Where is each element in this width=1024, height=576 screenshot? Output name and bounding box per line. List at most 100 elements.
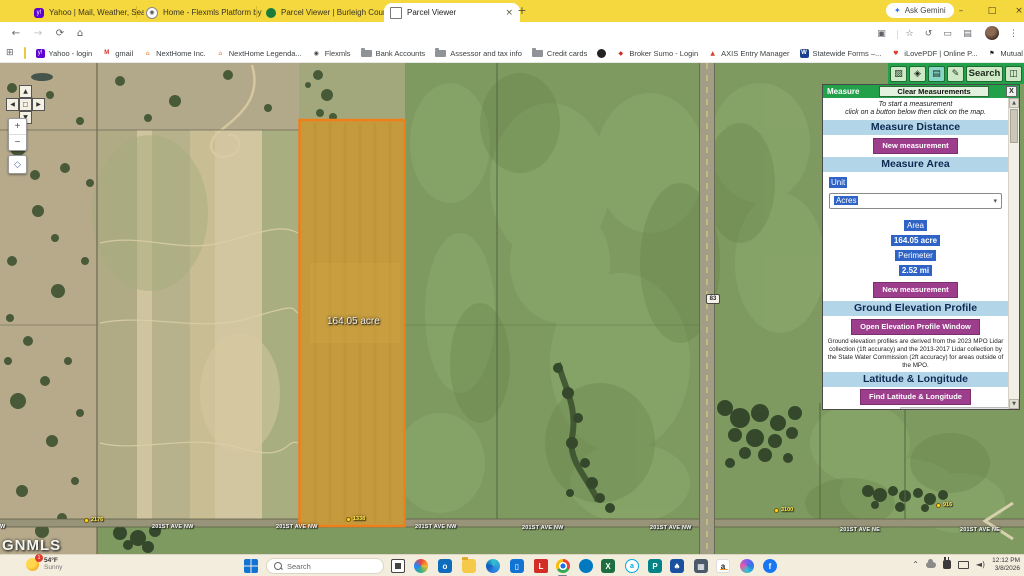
bookmark-mutual-funds[interactable]: ⚑Mutual Funds Purch... bbox=[987, 49, 1024, 58]
start-button[interactable] bbox=[243, 558, 259, 574]
zoom-out-button[interactable]: − bbox=[9, 135, 26, 150]
onedrive-icon[interactable] bbox=[926, 562, 936, 568]
scroll-down-arrow[interactable]: ▼ bbox=[1009, 399, 1019, 409]
bookmark-statewide-forms[interactable]: WStatewide Forms –... bbox=[800, 49, 882, 58]
facebook-button[interactable]: f bbox=[762, 558, 778, 574]
scroll-thumb[interactable] bbox=[1010, 109, 1018, 143]
window-minimize-button[interactable]: – bbox=[952, 2, 970, 19]
bookmark-globe[interactable] bbox=[597, 49, 606, 58]
gemini-spark-icon: ✦ bbox=[894, 6, 901, 15]
skype-button[interactable] bbox=[578, 558, 594, 574]
unit-select[interactable]: Acres ▾ bbox=[829, 193, 1002, 209]
find-lat-long-button[interactable]: Find Latitude & Longitude bbox=[860, 389, 971, 405]
layers-tool-button[interactable]: ◈ bbox=[909, 66, 926, 82]
alexa-button[interactable]: a bbox=[624, 558, 640, 574]
panel-close-button[interactable]: X bbox=[1006, 86, 1017, 97]
clear-measurements-button[interactable]: Clear Measurements bbox=[879, 86, 989, 97]
taskbar-clock[interactable]: 12:12 PM 3/8/2026 bbox=[992, 557, 1020, 573]
menu-kebab-icon[interactable]: ⋮ bbox=[1006, 26, 1021, 41]
hidden-icons-chevron[interactable]: ⌃ bbox=[912, 560, 919, 569]
bookmark-axis-entry[interactable]: ▲AXIS Entry Manager bbox=[708, 49, 789, 58]
ask-gemini-label: Ask Gemini bbox=[905, 6, 946, 15]
measure-tool-button[interactable]: ▤ bbox=[928, 66, 945, 82]
search-tool-button[interactable]: Search bbox=[966, 66, 1003, 82]
weather-widget[interactable]: 1 54°F Sunny bbox=[26, 557, 62, 572]
amazon-button[interactable]: a bbox=[715, 558, 731, 574]
pan-up-button[interactable]: ▲ bbox=[19, 85, 32, 98]
publisher-button[interactable]: P bbox=[647, 558, 663, 574]
bookmark-folder-assessor[interactable]: Assessor and tax info bbox=[435, 49, 522, 58]
bookmarks-extension-icon[interactable]: ☆ bbox=[902, 26, 917, 41]
usb-device-icon[interactable] bbox=[943, 560, 951, 569]
chrome-button[interactable] bbox=[555, 558, 571, 574]
reading-list-icon[interactable]: ▤ bbox=[960, 26, 975, 41]
back-button[interactable]: ← bbox=[8, 25, 24, 41]
solitaire-button[interactable]: ♠ bbox=[669, 558, 685, 574]
bookmark-flexmls[interactable]: ◉Flexmls bbox=[312, 49, 351, 58]
copilot-button[interactable] bbox=[413, 558, 429, 574]
zoom-in-button[interactable]: + bbox=[9, 119, 26, 135]
bookmark-gmail[interactable]: Mgmail bbox=[102, 49, 133, 58]
task-view-button[interactable] bbox=[390, 558, 406, 574]
system-tray: ⌃ ◄) 12:12 PM 3/8/2026 bbox=[912, 557, 1020, 573]
street-label: 201ST AVE NW bbox=[415, 524, 457, 530]
bookmark-nexthome-legendary[interactable]: ⌂NextHome Legenda... bbox=[216, 49, 302, 58]
bookmark-folder-credit-cards[interactable]: Credit cards bbox=[532, 49, 587, 58]
window-maximize-button[interactable]: □ bbox=[983, 2, 1001, 19]
window-close-button[interactable]: × bbox=[1010, 2, 1024, 19]
measure-instructions: To start a measurement click on a button… bbox=[823, 101, 1008, 118]
panel-scrollbar[interactable]: ▲ ▼ bbox=[1008, 98, 1019, 409]
ask-gemini-button[interactable]: ✦ Ask Gemini bbox=[886, 3, 954, 18]
parcel-point-icon bbox=[346, 517, 351, 522]
tab-title: Home - Flexmls Platform by FB bbox=[163, 8, 264, 17]
full-extent-button[interactable]: ◇ bbox=[8, 155, 27, 174]
tab-parcel-viewer-burleigh[interactable]: Parcel Viewer | Burleigh County × bbox=[260, 3, 390, 22]
calculator-button[interactable]: ▦ bbox=[693, 558, 709, 574]
reload-button[interactable]: ⟳ bbox=[52, 25, 68, 41]
open-elevation-profile-button[interactable]: Open Elevation Profile Window bbox=[851, 319, 980, 335]
forward-button[interactable]: → bbox=[30, 25, 46, 41]
profile-avatar[interactable] bbox=[985, 26, 999, 40]
taskbar-search[interactable]: Search bbox=[266, 558, 384, 574]
print-tool-button[interactable]: ◫ bbox=[1005, 66, 1022, 82]
lastpass-button[interactable]: L bbox=[533, 558, 549, 574]
bookmark-broker-sumo[interactable]: ◆Broker Sumo - Login bbox=[616, 49, 698, 58]
pan-left-button[interactable]: ◀ bbox=[6, 98, 19, 111]
extension-icon[interactable]: ▣ bbox=[874, 26, 889, 41]
tab-parcel-viewer-active[interactable]: Parcel Viewer × bbox=[384, 3, 520, 22]
map-canvas[interactable]: 164.05 acre 83 W 201ST AVE NW 201ST AVE … bbox=[0, 63, 1024, 556]
tab-yahoo[interactable]: y! Yahoo | Mail, Weather, Search, × bbox=[28, 3, 144, 22]
speaker-icon[interactable]: ◄) bbox=[976, 560, 985, 569]
bookmark-folder-bank-accounts[interactable]: Bank Accounts bbox=[361, 49, 426, 58]
photos-button[interactable] bbox=[739, 558, 755, 574]
file-explorer-button[interactable] bbox=[461, 558, 477, 574]
outlook-button[interactable]: o bbox=[437, 558, 453, 574]
home-button[interactable]: ⌂ bbox=[72, 25, 88, 41]
tab-title: Parcel Viewer | Burleigh County bbox=[281, 8, 390, 17]
history-icon[interactable]: ↺ bbox=[921, 26, 936, 41]
broker-sumo-icon: ◆ bbox=[616, 49, 625, 58]
identify-tool-button[interactable]: ▨ bbox=[890, 66, 907, 82]
new-tab-button[interactable]: + bbox=[514, 2, 530, 18]
bookmark-yahoo-login[interactable]: y!Yahoo - login bbox=[36, 49, 93, 58]
excel-button[interactable]: X bbox=[600, 558, 616, 574]
new-distance-measurement-button[interactable]: New measurement bbox=[873, 138, 957, 154]
latitude-input[interactable] bbox=[900, 407, 1008, 409]
bookmarks-divider bbox=[24, 47, 26, 59]
bookmark-ilovepdf[interactable]: ♥iLovePDF | Online P... bbox=[891, 49, 977, 58]
display-icon[interactable] bbox=[958, 561, 969, 569]
delete-icon[interactable]: ▭ bbox=[940, 26, 955, 41]
draw-tool-button[interactable]: ✎ bbox=[947, 66, 964, 82]
edge-button[interactable] bbox=[485, 558, 501, 574]
microsoft-store-button[interactable]: ▯ bbox=[509, 558, 525, 574]
apps-grid-icon[interactable]: ⊞ bbox=[6, 48, 14, 58]
pan-right-button[interactable]: ▶ bbox=[32, 98, 45, 111]
pan-center-button[interactable]: □ bbox=[19, 98, 32, 111]
new-area-measurement-button[interactable]: New measurement bbox=[873, 282, 957, 298]
tab-flexmls-home[interactable]: ◉ Home - Flexmls Platform by FB × bbox=[140, 3, 264, 22]
tab-close-icon[interactable]: × bbox=[504, 8, 514, 18]
scroll-up-arrow[interactable]: ▲ bbox=[1009, 98, 1019, 108]
bookmark-nexthome-inc[interactable]: ⌂NextHome Inc. bbox=[143, 49, 206, 58]
unit-label: Unit bbox=[829, 177, 847, 188]
measure-panel-header: Measure Clear Measurements X bbox=[823, 85, 1019, 98]
